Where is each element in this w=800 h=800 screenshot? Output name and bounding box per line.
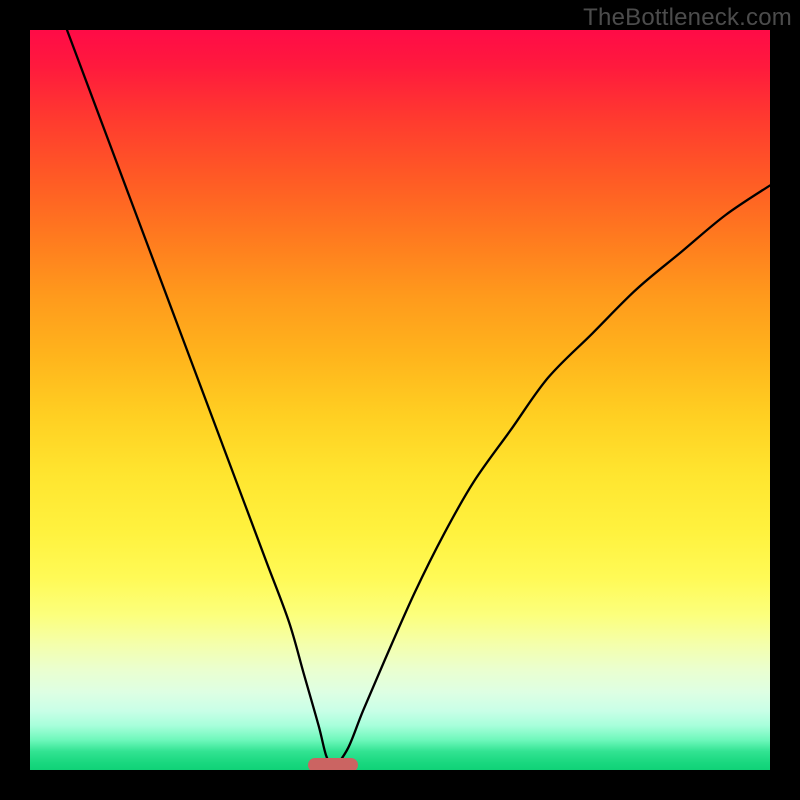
- plot-area: [30, 30, 770, 770]
- watermark-text: TheBottleneck.com: [583, 4, 792, 32]
- curve-right-branch: [333, 185, 770, 770]
- bottleneck-curve: [30, 30, 770, 770]
- curve-left-branch: [67, 30, 333, 770]
- sweet-spot-marker: [308, 758, 358, 770]
- chart-frame: TheBottleneck.com: [0, 0, 800, 800]
